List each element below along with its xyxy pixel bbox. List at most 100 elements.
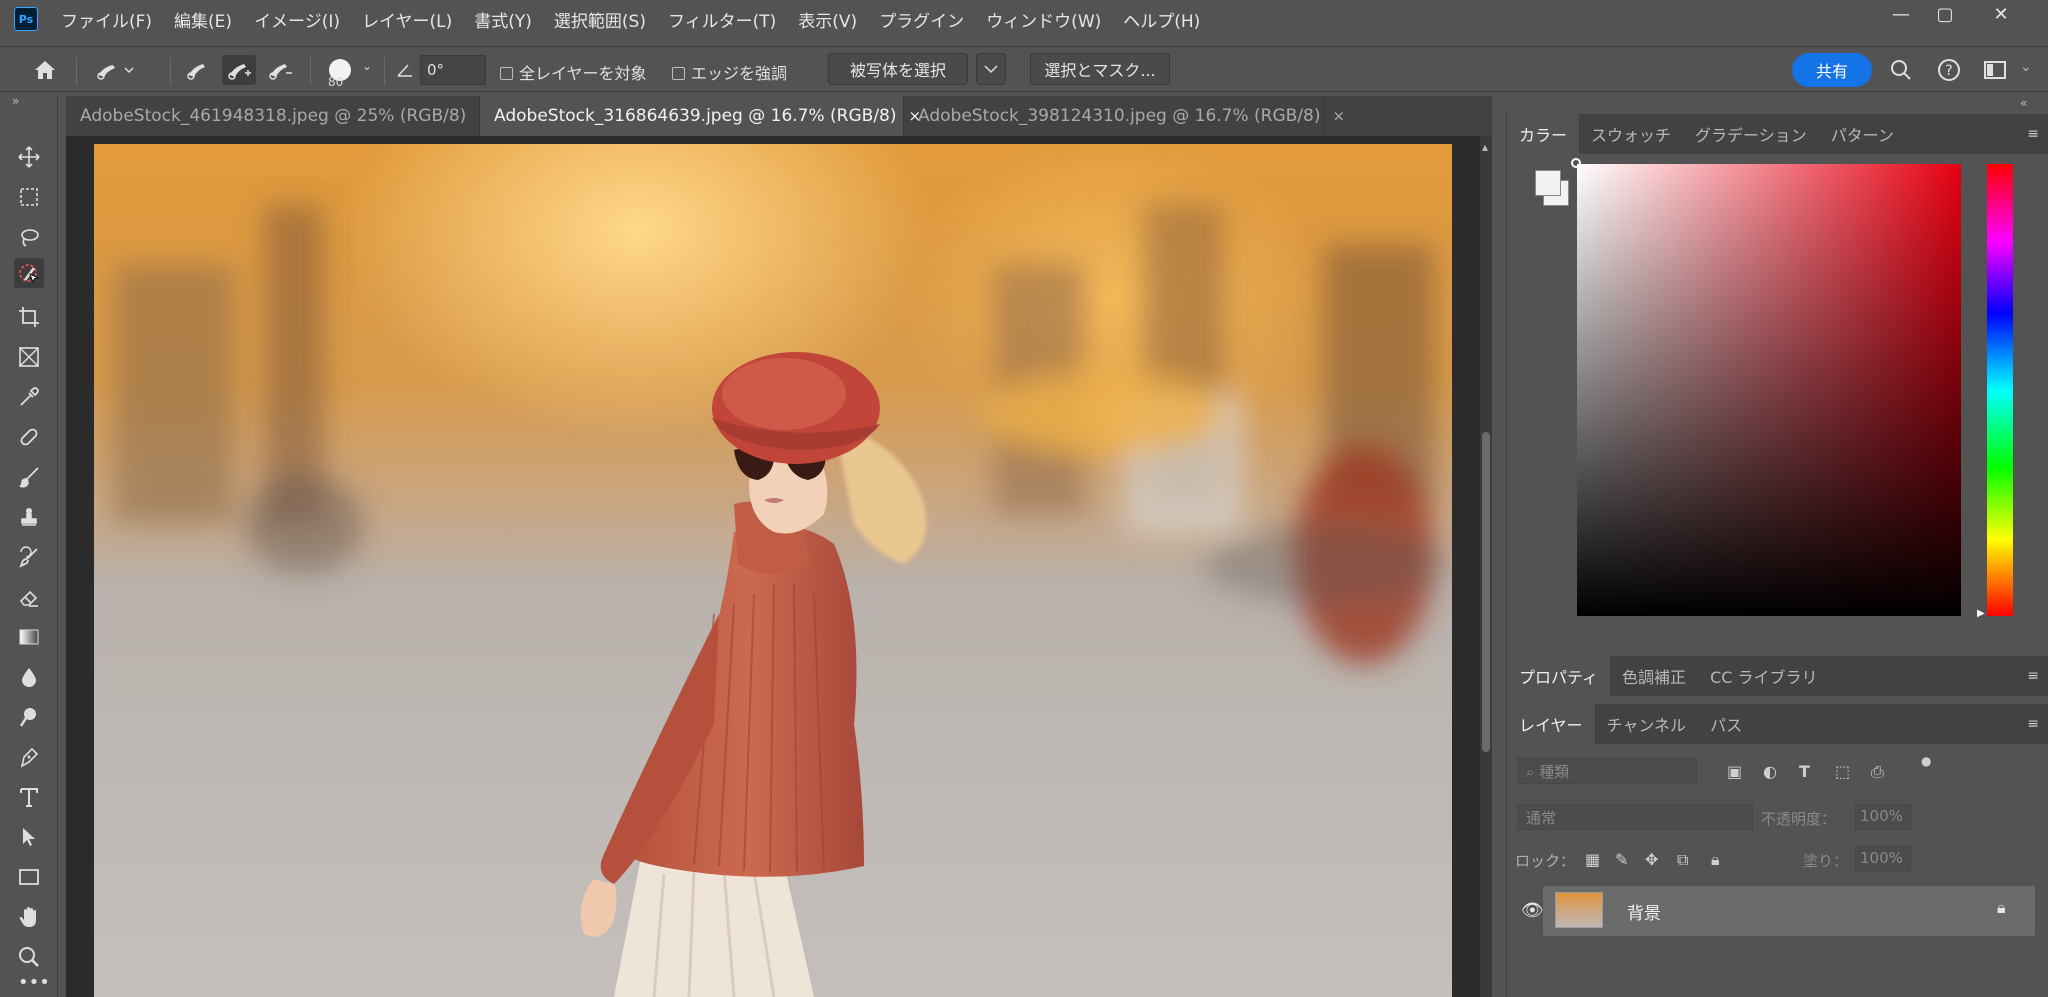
filter-toggle-icon[interactable]: ● — [1921, 754, 1931, 768]
tab-paths[interactable]: パス — [1698, 704, 1754, 744]
menu-type[interactable]: 書式(Y) — [463, 7, 543, 32]
more-tools-icon[interactable]: ••• — [18, 972, 50, 993]
select-and-mask-button[interactable]: 選択とマスク... — [1030, 53, 1170, 85]
close-window-button[interactable]: ✕ — [1982, 2, 2020, 26]
tab-cc-libraries[interactable]: CC ライブラリ — [1698, 656, 1829, 696]
layer-lock-icon[interactable]: 🔒︎ — [1997, 898, 2006, 918]
menu-edit[interactable]: 編集(E) — [163, 7, 243, 32]
menu-file[interactable]: ファイル(F) — [50, 7, 163, 32]
menu-view[interactable]: 表示(V) — [787, 7, 868, 32]
pen-tool-icon[interactable] — [14, 742, 44, 772]
close-tab-icon[interactable]: × — [1333, 107, 1346, 125]
panel-menu-icon[interactable]: ≡ — [2027, 126, 2039, 142]
rectangle-tool-icon[interactable] — [14, 862, 44, 892]
canvas-area[interactable] — [66, 136, 1480, 997]
help-icon[interactable]: ? — [1934, 55, 1964, 85]
adjustment-layer-filter-icon[interactable]: ◐ — [1763, 762, 1777, 781]
blend-mode-dropdown[interactable]: 通常 — [1517, 804, 1753, 830]
home-icon[interactable] — [28, 55, 62, 85]
frame-tool-icon[interactable] — [14, 342, 44, 372]
hand-tool-icon[interactable] — [14, 902, 44, 932]
collapse-panels-icon[interactable]: « — [2020, 96, 2027, 110]
tab-color[interactable]: カラー — [1507, 114, 1580, 154]
panel-menu-icon[interactable]: ≡ — [2027, 716, 2039, 732]
color-field[interactable] — [1571, 158, 1961, 616]
blur-tool-icon[interactable] — [14, 662, 44, 692]
chevron-down-icon[interactable]: ⌄ — [2020, 59, 2032, 75]
collapse-arrows-icon[interactable]: » — [12, 94, 19, 108]
tool-preset-picker-icon[interactable] — [90, 55, 140, 85]
sample-all-layers-checkbox[interactable]: 全レイヤーを対象 — [500, 60, 647, 84]
type-tool-icon[interactable] — [14, 782, 44, 812]
dodge-tool-icon[interactable] — [14, 702, 44, 732]
tab-properties[interactable]: プロパティ — [1507, 656, 1611, 696]
zoom-tool-icon[interactable] — [14, 942, 44, 972]
tab-channels[interactable]: チャンネル — [1595, 704, 1699, 744]
chevron-down-icon[interactable]: ⌄ — [362, 59, 372, 73]
menu-select[interactable]: 選択範囲(S) — [543, 7, 657, 32]
tab-patterns[interactable]: パターン — [1819, 114, 1906, 154]
eyedropper-tool-icon[interactable] — [14, 382, 44, 412]
document-tab[interactable]: AdobeStock_461948318.jpeg @ 25% (RGB/8)× — [66, 96, 491, 136]
minimize-button[interactable]: — — [1882, 2, 1920, 26]
fill-input[interactable]: 100% — [1855, 846, 1911, 872]
panel-menu-icon[interactable]: ≡ — [2027, 668, 2039, 684]
menu-window[interactable]: ウィンドウ(W) — [975, 7, 1112, 32]
path-selection-tool-icon[interactable] — [14, 822, 44, 852]
shape-layer-filter-icon[interactable]: ⬚ — [1835, 762, 1850, 781]
layer-row[interactable]: 背景 🔒︎ — [1543, 886, 2035, 936]
eraser-tool-icon[interactable] — [14, 582, 44, 612]
prevent-auto-nesting-icon[interactable]: ⧉ — [1677, 850, 1688, 870]
share-button[interactable]: 共有 — [1792, 53, 1872, 87]
new-selection-icon[interactable] — [182, 55, 214, 85]
tab-gradients[interactable]: グラデーション — [1683, 114, 1819, 154]
hue-slider[interactable] — [1987, 164, 2013, 616]
quick-selection-tool-icon[interactable] — [14, 258, 44, 288]
lock-all-icon[interactable]: 🔒︎ — [1711, 850, 1720, 870]
subtract-from-selection-icon[interactable] — [264, 55, 296, 85]
brush-tool-icon[interactable] — [14, 462, 44, 492]
visibility-eye-icon[interactable]: 👁︎ — [1521, 900, 1544, 921]
healing-brush-tool-icon[interactable] — [14, 422, 44, 452]
tab-layers[interactable]: レイヤー — [1507, 704, 1595, 744]
tab-swatches[interactable]: スウォッチ — [1579, 114, 1683, 154]
gradient-tool-icon[interactable] — [14, 622, 44, 652]
history-brush-tool-icon[interactable] — [14, 542, 44, 572]
select-subject-button[interactable]: 被写体を選択 — [828, 53, 968, 85]
angle-input[interactable]: 0° — [420, 55, 486, 85]
opacity-input[interactable]: 100% — [1855, 804, 1911, 830]
document-photo[interactable] — [94, 144, 1452, 997]
scroll-up-icon[interactable]: ▴ — [1482, 140, 1488, 154]
enhance-edge-checkbox[interactable]: エッジを強調 — [672, 60, 787, 84]
select-subject-dropdown[interactable] — [976, 53, 1006, 85]
layer-filter-dropdown[interactable]: ⌕ 種類 — [1517, 758, 1697, 784]
menu-help[interactable]: ヘルプ(H) — [1112, 7, 1211, 32]
vertical-scrollbar[interactable] — [1480, 136, 1492, 997]
menu-plugins[interactable]: プラグイン — [868, 7, 975, 32]
maximize-button[interactable]: ▢ — [1926, 2, 1964, 26]
clone-stamp-tool-icon[interactable] — [14, 502, 44, 532]
search-icon[interactable] — [1886, 55, 1916, 85]
lock-transparent-pixels-icon[interactable]: ▦ — [1585, 850, 1600, 869]
hue-slider-handle-icon[interactable]: ▶ — [1977, 608, 1985, 619]
pixel-layer-filter-icon[interactable]: ▣ — [1727, 762, 1742, 781]
document-tab-active[interactable]: AdobeStock_316864639.jpeg @ 16.7% (RGB/8… — [480, 96, 921, 136]
foreground-color-swatch[interactable] — [1535, 170, 1561, 196]
layer-name[interactable]: 背景 — [1627, 899, 1661, 924]
scrollbar-thumb[interactable] — [1482, 432, 1490, 752]
crop-tool-icon[interactable] — [14, 302, 44, 332]
workspace-icon[interactable] — [1980, 55, 2010, 85]
add-to-selection-icon[interactable] — [222, 55, 256, 85]
marquee-tool-icon[interactable] — [14, 182, 44, 212]
color-picker-marker[interactable] — [1571, 158, 1581, 168]
smart-object-filter-icon[interactable]: ⎙ — [1871, 762, 1884, 782]
menu-layer[interactable]: レイヤー(L) — [351, 7, 463, 32]
lasso-tool-icon[interactable] — [14, 222, 44, 252]
type-layer-filter-icon[interactable]: T — [1799, 762, 1810, 781]
menu-image[interactable]: イメージ(I) — [243, 7, 351, 32]
tab-adjustments[interactable]: 色調補正 — [1610, 656, 1698, 696]
lock-position-icon[interactable]: ✥ — [1645, 850, 1658, 869]
menu-filter[interactable]: フィルター(T) — [657, 7, 787, 32]
move-tool-icon[interactable] — [14, 142, 44, 172]
lock-image-pixels-icon[interactable]: ✎ — [1615, 850, 1628, 869]
